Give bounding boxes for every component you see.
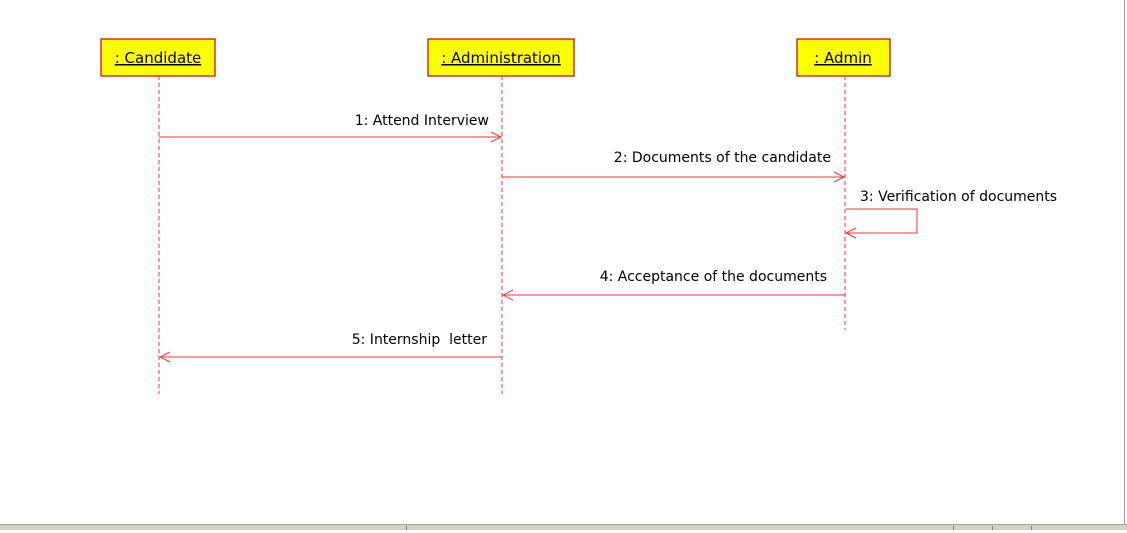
message-3-line (846, 208, 918, 234)
message-4[interactable]: 4: Acceptance of the documents (501, 269, 845, 301)
status-pane-3 (992, 526, 1027, 530)
message-4-label: 4: Acceptance of the documents (600, 269, 827, 285)
message-2[interactable]: 2: Documents of the candidate (502, 150, 846, 183)
message-5[interactable]: 5: Internship letter (158, 332, 502, 363)
message-5-label: 5: Internship letter (352, 332, 488, 348)
sequence-diagram: : Candidate : Administration : Admin 1: … (100, 38, 1057, 394)
message-2-label: 2: Documents of the candidate (614, 150, 831, 166)
status-pane-4 (1031, 526, 1092, 530)
message-3-label: 3: Verification of documents (860, 189, 1057, 205)
status-pane-2 (953, 526, 988, 530)
canvas-right-border (1124, 0, 1125, 524)
status-pane-1 (406, 526, 947, 530)
message-3[interactable]: 3: Verification of documents (844, 189, 1057, 239)
message-1[interactable]: 1: Attend Interview (159, 113, 503, 143)
lifeline-candidate[interactable]: : Candidate (100, 38, 216, 394)
status-bar (0, 524, 1127, 530)
message-1-label: 1: Attend Interview (355, 113, 489, 129)
lifeline-admin[interactable]: : Admin (796, 38, 891, 330)
lifeline-admin-label: : Admin (814, 49, 872, 67)
lifeline-administration-label: : Administration (441, 49, 561, 67)
lifeline-candidate-label: : Candidate (115, 49, 202, 67)
diagram-canvas: : Candidate : Administration : Admin 1: … (0, 0, 1127, 529)
